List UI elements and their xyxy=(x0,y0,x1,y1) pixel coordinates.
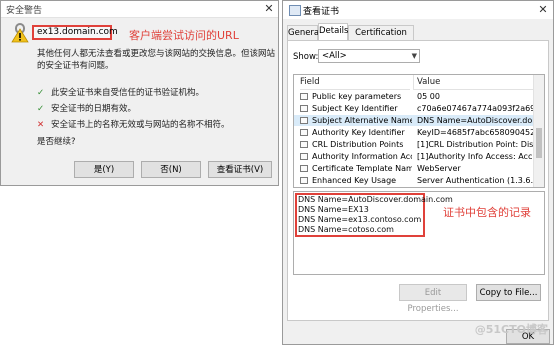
warning-lock-icon xyxy=(11,23,29,43)
cross-icon: ✕ xyxy=(37,120,45,130)
field-icon xyxy=(300,105,308,112)
dns-line: DNS Name=AutoDiscover.domain.com xyxy=(298,195,453,204)
field-value: c70a6e07467a774a093f2a697… xyxy=(417,104,534,113)
list-item[interactable]: Enhanced Key Usage Server Authentication… xyxy=(294,175,534,186)
field-value: [1]Authority Info Access: Acc… xyxy=(417,152,534,161)
field-value: KeyID=4685f7abc658090452… xyxy=(417,128,534,137)
show-value: <All> xyxy=(322,51,347,61)
field-name: Enhanced Key Usage xyxy=(312,176,397,185)
list-item[interactable]: CRL Distribution Points [1]CRL Distribut… xyxy=(294,139,534,150)
no-button[interactable]: 否(N) xyxy=(141,161,201,178)
field-name: Authority Key Identifier xyxy=(312,128,405,137)
close-icon[interactable]: ✕ xyxy=(536,3,550,17)
show-dropdown[interactable]: <All> ▼ xyxy=(318,49,420,63)
field-value: [1]CRL Distribution Point: Distr… xyxy=(417,140,534,149)
field-name: Subject Key Identifier xyxy=(312,104,398,113)
field-icon xyxy=(300,177,308,184)
copy-to-file-button[interactable]: Copy to File... xyxy=(476,284,541,301)
security-alert-title: 安全警告 xyxy=(6,6,43,16)
dns-line: DNS Name=EX13 xyxy=(298,205,369,214)
column-header-field[interactable]: Field xyxy=(300,75,410,90)
field-name: Public key parameters xyxy=(312,92,402,101)
check-date: ✓ 安全证书的日期有效。 xyxy=(37,103,136,115)
check-name: ✕ 安全证书上的名称无效或与网站的名称不相符。 xyxy=(37,119,230,131)
check-text: 安全证书上的名称无效或与网站的名称不相符。 xyxy=(51,120,230,130)
certificate-titlebar: 查看证书 ✕ xyxy=(283,1,553,19)
field-list[interactable]: Field Value Public key parameters 05 00 … xyxy=(293,74,545,188)
list-item[interactable]: Certificate Template Name WebServer xyxy=(294,163,534,174)
security-alert-titlebar: 安全警告 ✕ xyxy=(1,1,278,18)
tab-details[interactable]: Details xyxy=(318,23,348,41)
close-icon[interactable]: ✕ xyxy=(262,2,276,16)
field-icon xyxy=(300,153,308,160)
detail-annotation: 证书中包含的记录 xyxy=(443,206,531,219)
field-name: Authority Information Access xyxy=(312,152,412,161)
list-item[interactable]: Authority Key Identifier KeyID=4685f7abc… xyxy=(294,127,534,138)
edit-properties-button: Edit Properties... xyxy=(399,284,467,314)
list-item-selected[interactable]: Subject Alternative Name DNS Name=AutoDi… xyxy=(294,115,534,126)
tab-general[interactable]: General xyxy=(287,25,322,40)
scrollbar-thumb[interactable] xyxy=(536,128,542,158)
column-header-value[interactable]: Value xyxy=(413,75,537,90)
dns-line: DNS Name=cotoso.com xyxy=(298,225,394,234)
field-name: Certificate Template Name xyxy=(312,164,412,173)
field-name: CRL Distribution Points xyxy=(312,140,404,149)
security-alert-dialog: 安全警告 ✕ ex13.domain.com 客户端尝试访问的URL 其他任何人… xyxy=(0,0,279,186)
hostname-annotation: 客户端尝试访问的URL xyxy=(129,29,239,42)
tab-certification-path[interactable]: Certification Path xyxy=(348,25,414,52)
field-icon xyxy=(300,141,308,148)
certificate-title: 查看证书 xyxy=(303,7,340,17)
show-label: Show: xyxy=(293,52,319,62)
check-trusted: ✓ 此安全证书来自受信任的证书验证机构。 xyxy=(37,87,204,99)
continue-question: 是否继续? xyxy=(37,137,76,147)
check-text: 安全证书的日期有效。 xyxy=(51,104,137,114)
certificate-icon xyxy=(289,5,301,16)
list-scrollbar[interactable] xyxy=(533,75,544,187)
check-icon: ✓ xyxy=(37,88,45,98)
chevron-down-icon: ▼ xyxy=(411,52,417,60)
field-icon xyxy=(300,93,308,100)
field-value: DNS Name=AutoDiscover.dom… xyxy=(417,116,534,125)
watermark: @51CTO博客 xyxy=(474,323,548,336)
hostname-text: ex13.domain.com xyxy=(37,27,118,37)
check-icon: ✓ xyxy=(37,104,45,114)
field-name: Subject Alternative Name xyxy=(312,116,412,125)
dns-line: DNS Name=ex13.contoso.com xyxy=(298,215,422,224)
certificate-dialog: 查看证书 ✕ General Details Certification Pat… xyxy=(282,0,554,345)
field-value: WebServer xyxy=(417,164,461,173)
field-value: 05 00 xyxy=(417,92,440,101)
yes-button[interactable]: 是(Y) xyxy=(74,161,134,178)
details-panel: Show: <All> ▼ Field Value Public key par… xyxy=(287,40,549,321)
list-item[interactable]: Public key parameters 05 00 xyxy=(294,91,534,102)
list-item[interactable]: Authority Information Access [1]Authorit… xyxy=(294,151,534,162)
hostname-highlight: ex13.domain.com xyxy=(32,25,118,40)
field-icon xyxy=(300,117,308,124)
check-text: 此安全证书来自受信任的证书验证机构。 xyxy=(51,88,205,98)
view-certificate-button[interactable]: 查看证书(V) xyxy=(208,161,272,178)
field-value: Server Authentication (1.3.6… xyxy=(417,176,534,185)
list-item[interactable]: Subject Key Identifier c70a6e07467a774a0… xyxy=(294,103,534,114)
field-icon xyxy=(300,165,308,172)
field-icon xyxy=(300,129,308,136)
alert-body-text: 其他任何人都无法查看或更改您与该网站的交换信息。但该网站的安全证书有问题。 xyxy=(37,49,276,71)
